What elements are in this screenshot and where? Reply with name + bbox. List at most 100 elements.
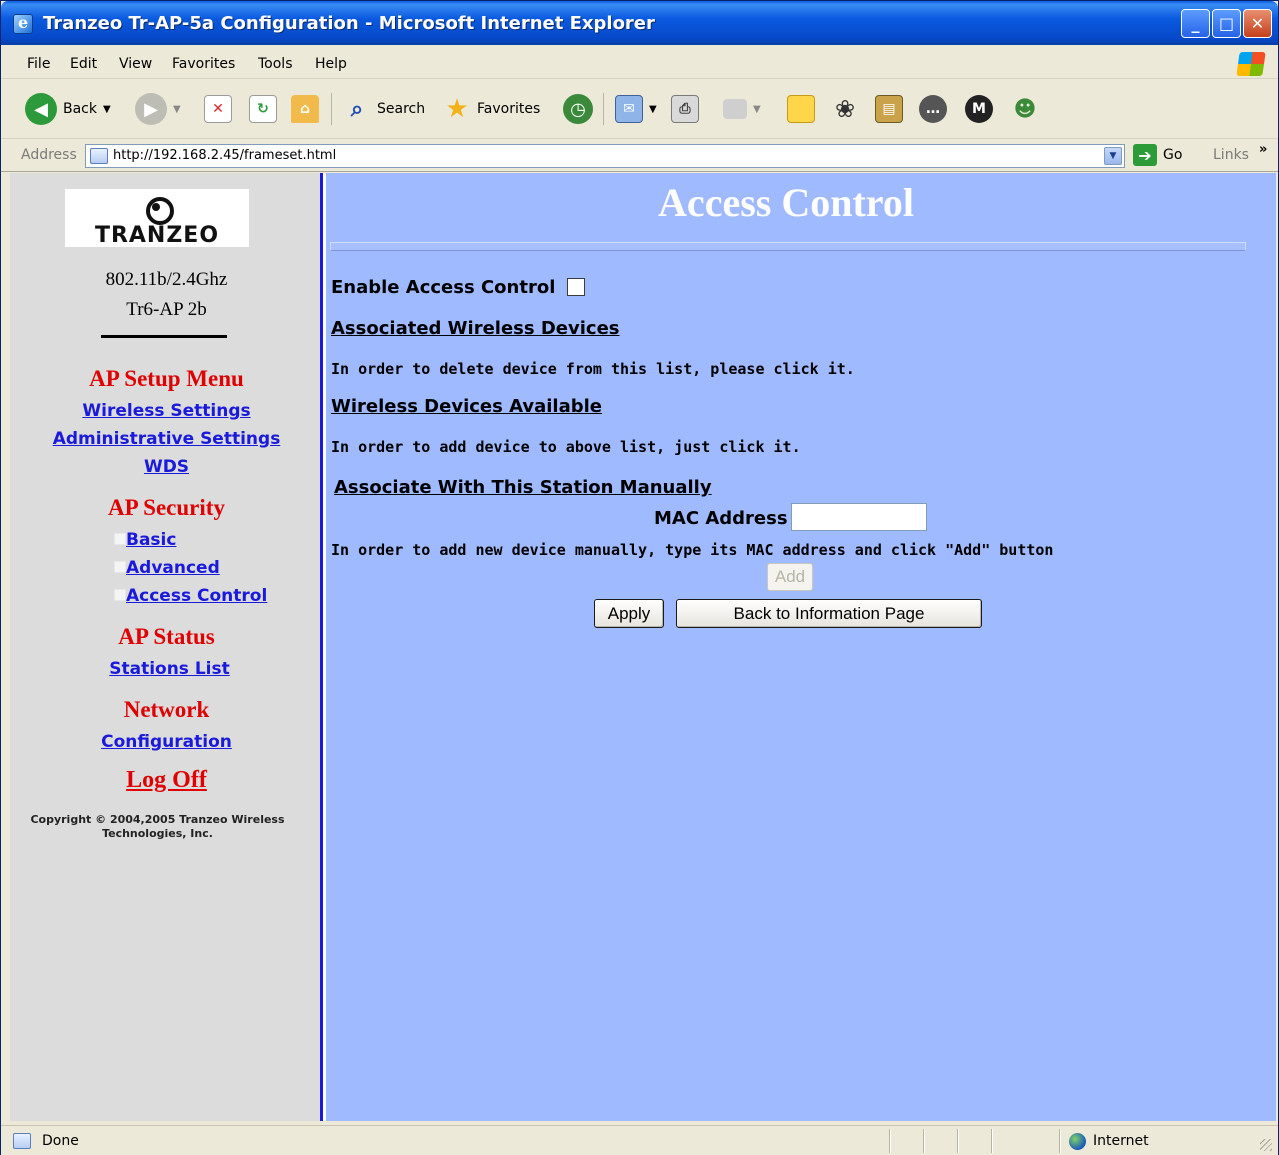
notes-button[interactable] <box>787 91 815 127</box>
favorites-star-icon: ★ <box>445 94 469 124</box>
mail-dropdown-icon[interactable]: ▼ <box>649 104 657 115</box>
menu-edit[interactable]: Edit <box>70 56 97 72</box>
back-dropdown-icon[interactable]: ▼ <box>103 104 111 115</box>
home-button[interactable]: ⌂ <box>291 91 319 127</box>
security-zone: Internet <box>1093 1133 1149 1149</box>
menu-view[interactable]: View <box>119 56 152 72</box>
back-arrow-icon: ◀ <box>25 93 57 125</box>
forward-dropdown-icon[interactable]: ▼ <box>173 104 181 115</box>
page-icon <box>90 148 108 164</box>
edit-dropdown-icon[interactable]: ▼ <box>753 104 761 115</box>
media-button[interactable]: M <box>965 91 993 127</box>
menu-help[interactable]: Help <box>315 56 347 72</box>
title-divider <box>330 242 1246 251</box>
back-to-information-button[interactable]: Back to Information Page <box>676 599 982 628</box>
model-name: Tr6-AP 2b <box>126 299 207 320</box>
edit-icon <box>723 99 747 119</box>
address-field[interactable]: http://192.168.2.45/frameset.html ▼ <box>85 144 1125 168</box>
refresh-button[interactable]: ↻ <box>249 91 277 127</box>
add-hint: In order to add device to above list, ju… <box>331 438 801 456</box>
search-label: Search <box>377 101 426 117</box>
discuss-button[interactable]: … <box>919 91 947 127</box>
bullet-icon <box>114 533 126 545</box>
mac-address-label: MAC Address <box>654 508 788 529</box>
minimize-button[interactable]: _ <box>1181 9 1210 38</box>
menu-bar: File Edit View Favorites Tools Help <box>1 49 1278 79</box>
enable-access-control-checkbox[interactable] <box>567 278 585 296</box>
back-label: Back <box>63 101 97 117</box>
internet-zone-icon <box>1069 1133 1086 1150</box>
address-url[interactable]: http://192.168.2.45/frameset.html <box>113 148 336 163</box>
status-bar: Done Internet <box>1 1125 1278 1155</box>
address-dropdown-icon[interactable]: ▼ <box>1104 147 1122 165</box>
bullet-icon <box>114 589 126 601</box>
sidebar-item-wds[interactable]: WDS <box>10 457 323 477</box>
sidebar-item-access-control[interactable]: Access Control <box>126 586 267 606</box>
tranzeo-logo-mark-icon <box>141 191 174 225</box>
sidebar-frame: TRANZEO 802.11b/2.4Ghz Tr6-AP 2b AP Setu… <box>10 173 323 1121</box>
go-button[interactable]: ➔ Go <box>1133 144 1182 166</box>
sidebar-item-stations-list[interactable]: Stations List <box>13 659 326 679</box>
status-text: Done <box>42 1133 79 1149</box>
sticky-note-icon <box>787 95 815 123</box>
home-icon: ⌂ <box>291 95 319 123</box>
page-content: TRANZEO 802.11b/2.4Ghz Tr6-AP 2b AP Setu… <box>10 173 1276 1121</box>
logo-text: TRANZEO <box>94 223 220 248</box>
browser-window: Tranzeo Tr-AP-5a Configuration - Microso… <box>0 0 1279 1155</box>
sidebar-item-basic[interactable]: Basic <box>126 530 176 550</box>
associated-devices-link[interactable]: Associated Wireless Devices <box>331 318 620 339</box>
add-button[interactable]: Add <box>767 563 813 591</box>
enable-access-control-label: Enable Access Control <box>331 277 556 298</box>
links-chevron-icon[interactable]: » <box>1259 142 1267 157</box>
sidebar-divider <box>101 335 227 338</box>
apply-button[interactable]: Apply <box>594 599 664 628</box>
status-pane-divider <box>991 1129 992 1153</box>
stop-button[interactable]: ✕ <box>204 91 232 127</box>
messenger-button[interactable]: ❀ <box>831 91 859 127</box>
forward-button[interactable]: ▶ ▼ <box>135 91 181 127</box>
log-off-link[interactable]: Log Off <box>10 767 323 794</box>
menu-favorites[interactable]: Favorites <box>172 56 235 72</box>
print-icon: ⎙ <box>671 95 699 123</box>
associate-manually-link[interactable]: Associate With This Station Manually <box>334 477 712 498</box>
research-button[interactable]: ▤ <box>875 91 903 127</box>
resize-grip[interactable] <box>1260 1139 1272 1151</box>
history-button[interactable]: ◷ <box>563 91 593 127</box>
go-arrow-icon: ➔ <box>1133 144 1157 166</box>
available-devices-link[interactable]: Wireless Devices Available <box>331 396 602 417</box>
status-pane-divider <box>889 1129 890 1153</box>
tranzeo-logo: TRANZEO <box>65 189 249 248</box>
maximize-button[interactable]: □ <box>1212 9 1241 38</box>
manual-add-hint: In order to add new device manually, typ… <box>331 541 1054 559</box>
title-bar: Tranzeo Tr-AP-5a Configuration - Microso… <box>1 1 1278 45</box>
sidebar-item-advanced[interactable]: Advanced <box>126 558 220 578</box>
back-button[interactable]: ◀ Back ▼ <box>25 91 111 127</box>
close-button[interactable]: ✕ <box>1243 9 1272 38</box>
edit-button[interactable]: ▼ <box>723 91 761 127</box>
favorites-button[interactable]: ★ Favorites <box>443 91 540 127</box>
address-bar: Address http://192.168.2.45/frameset.htm… <box>1 140 1278 172</box>
mail-icon: ✉ <box>615 95 643 123</box>
status-pane-divider <box>1059 1129 1060 1153</box>
links-button[interactable]: Links <box>1213 147 1249 163</box>
sidebar-item-administrative-settings[interactable]: Administrative Settings <box>10 429 323 449</box>
media-icon: M <box>965 95 993 123</box>
toolbar-separator <box>603 93 604 125</box>
flower-icon: ❀ <box>834 95 856 123</box>
ap-security-heading: AP Security <box>108 495 225 520</box>
favorites-label: Favorites <box>477 101 541 117</box>
mail-button[interactable]: ✉ ▼ <box>615 91 657 127</box>
sidebar-item-configuration[interactable]: Configuration <box>10 732 323 752</box>
chat-bubble-icon: … <box>919 95 947 123</box>
contacts-button[interactable]: ☻ <box>1011 91 1039 127</box>
sidebar-item-wireless-settings[interactable]: Wireless Settings <box>10 401 323 421</box>
print-button[interactable]: ⎙ <box>671 91 699 127</box>
ap-status-heading: AP Status <box>118 624 215 649</box>
search-button[interactable]: ⌕ Search <box>343 91 425 127</box>
history-icon: ◷ <box>563 94 593 124</box>
page-title: Access Control <box>658 180 914 225</box>
refresh-icon: ↻ <box>249 95 277 123</box>
menu-tools[interactable]: Tools <box>258 56 293 72</box>
menu-file[interactable]: File <box>27 56 50 72</box>
mac-address-input[interactable] <box>791 503 927 531</box>
